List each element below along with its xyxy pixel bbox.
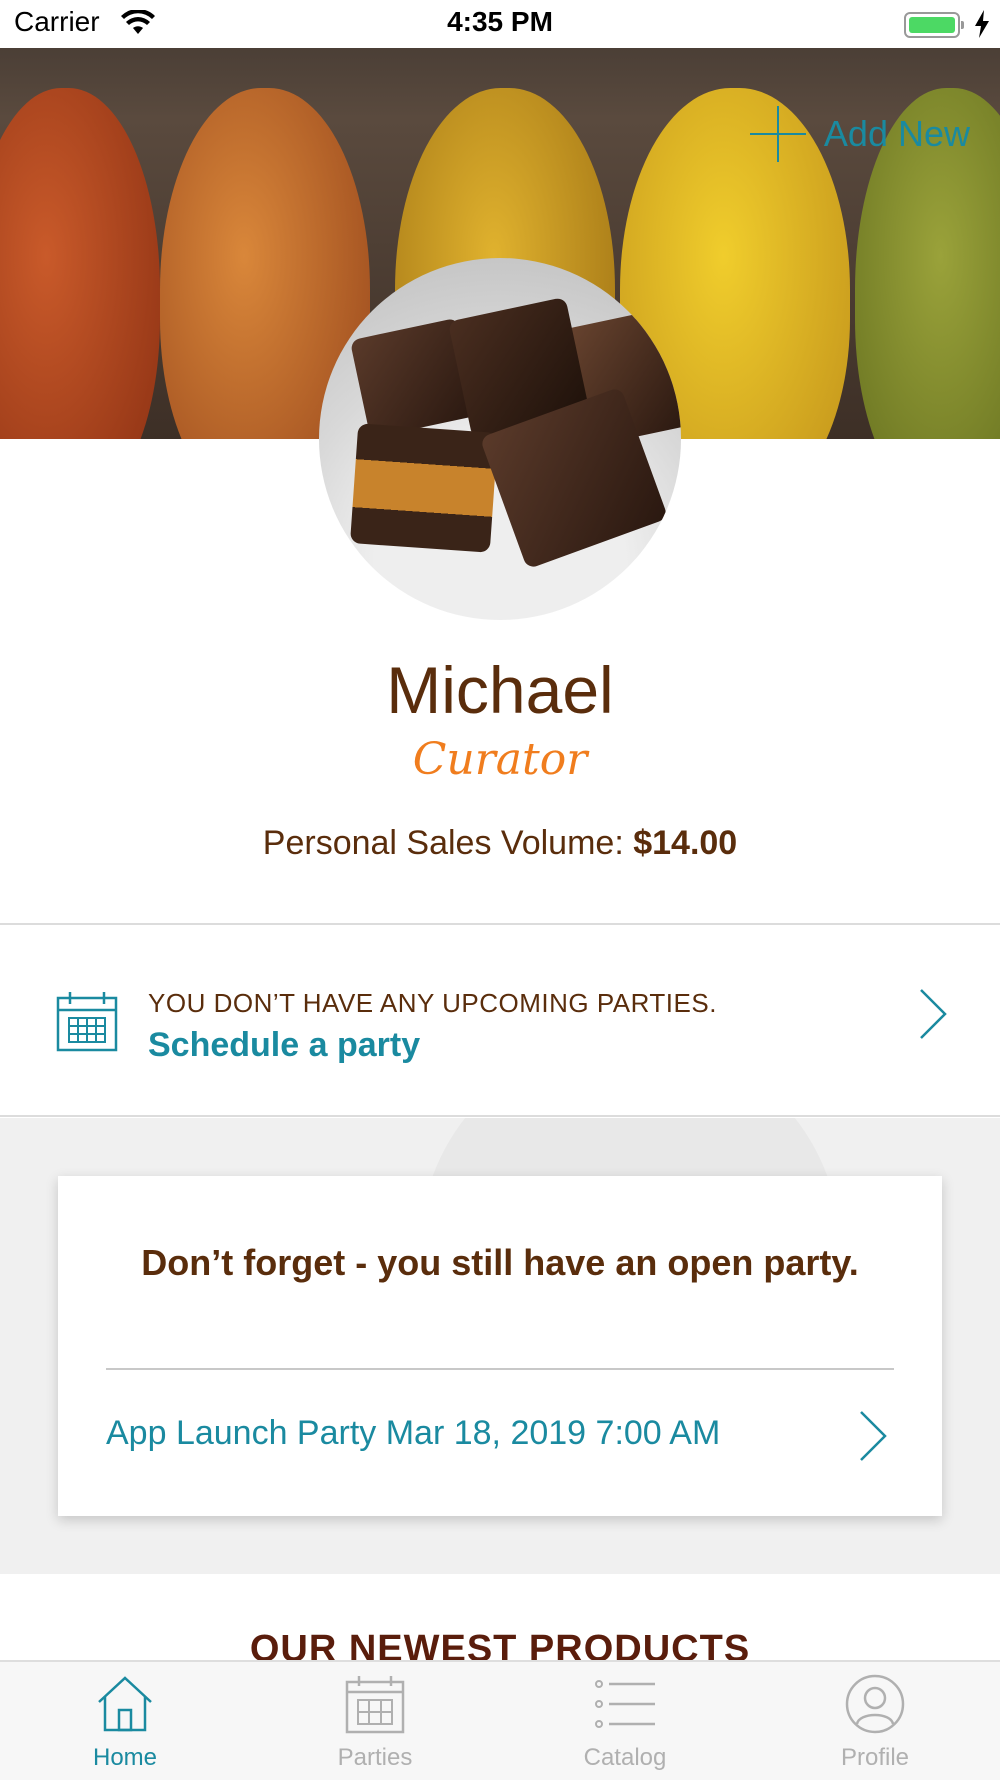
tab-bar: Home Parties Catalog Profile [0, 1660, 1000, 1780]
chevron-right-icon[interactable] [858, 1410, 888, 1462]
profile-avatar[interactable] [319, 258, 681, 620]
open-party-link[interactable]: App Launch Party Mar 18, 2019 7:00 AM [106, 1414, 720, 1453]
chocolate-image [349, 423, 499, 553]
home-icon [98, 1676, 152, 1732]
divider [0, 1115, 1000, 1117]
tab-label: Home [92, 1744, 158, 1771]
plus-icon [749, 106, 806, 162]
reminder-heading: Don’t forget - you still have an open pa… [141, 1242, 859, 1283]
add-new-label: Add New [823, 113, 970, 154]
tab-home[interactable]: Home [0, 1662, 250, 1780]
list-icon [595, 1680, 655, 1728]
add-new-button[interactable]: Add New [749, 106, 970, 162]
calendar-icon [345, 1676, 405, 1734]
tab-profile[interactable]: Profile [750, 1662, 1000, 1780]
personal-sales-volume: Personal Sales Volume: $14.00 [0, 824, 1000, 863]
schedule-party-link[interactable]: Schedule a party [148, 1026, 420, 1065]
tab-label: Catalog [583, 1744, 667, 1771]
sales-label: Personal Sales Volume: [262, 824, 624, 862]
open-party-card: Don’t forget - you still have an open pa… [58, 1176, 942, 1516]
calendar-icon [56, 992, 118, 1052]
divider [106, 1368, 894, 1370]
no-parties-message: YOU DON’T HAVE ANY UPCOMING PARTIES. [148, 988, 717, 1018]
tab-label: Parties [337, 1744, 413, 1771]
tab-parties[interactable]: Parties [250, 1662, 500, 1780]
user-icon [845, 1674, 905, 1734]
cacao-pod-image [0, 88, 160, 439]
chevron-right-icon [920, 989, 947, 1039]
profile-name: Michael [386, 653, 614, 727]
tab-label: Profile [840, 1744, 910, 1771]
clock: 4:35 PM [447, 6, 553, 37]
charging-icon [975, 10, 989, 38]
profile-title: Curator [412, 734, 588, 785]
status-bar: Carrier 4:35 PM [0, 0, 1000, 48]
sales-value: $14.00 [633, 824, 738, 862]
battery-icon [904, 12, 964, 38]
schedule-party-row[interactable]: YOU DON’T HAVE ANY UPCOMING PARTIES. Sch… [0, 926, 1000, 1116]
divider [0, 923, 1000, 925]
tab-catalog[interactable]: Catalog [500, 1662, 750, 1780]
